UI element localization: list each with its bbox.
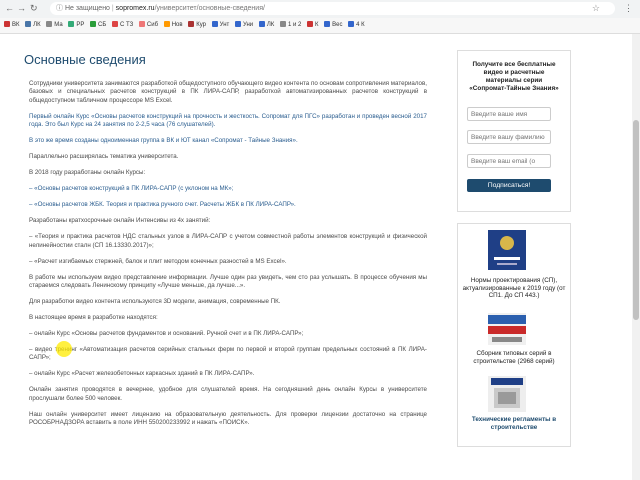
security-label: Не защищено bbox=[64, 5, 110, 12]
course-link[interactable]: – «Основы расчетов конструкций в ПК ЛИРА… bbox=[29, 185, 427, 193]
paragraph: Параллельно расширялась тематика универс… bbox=[29, 153, 179, 161]
page-title: Основные сведения bbox=[24, 52, 146, 67]
bookmark-icon bbox=[324, 21, 331, 28]
subscribe-header: Получите все бесплатные видео и расчетны… bbox=[469, 61, 559, 92]
bookmark-item[interactable]: 1 и 2 bbox=[279, 18, 301, 33]
page-content: Основные сведения Сотрудники университет… bbox=[0, 34, 632, 480]
back-icon[interactable]: ← bbox=[5, 4, 14, 13]
book-caption[interactable]: Технические регламенты в строительстве bbox=[462, 416, 566, 431]
bookmark-item[interactable]: ВК bbox=[4, 18, 20, 33]
paragraph: – онлайн Курс «Основы расчетов фундамент… bbox=[29, 330, 304, 338]
paragraph: Разработаны кратхосрочные онлайн Интенси… bbox=[29, 217, 211, 225]
subscribe-form: Получите все бесплатные видео и расчетны… bbox=[457, 50, 571, 212]
paragraph: Для разработки видео контента используют… bbox=[29, 298, 281, 306]
paragraph: Онлайн занятия проводятся в вечернее, уд… bbox=[29, 386, 427, 402]
book-caption[interactable]: Сборник типовых серий в строительстве (2… bbox=[462, 350, 566, 365]
bookmark-item[interactable]: Сиб bbox=[138, 18, 158, 33]
bookmarks-bar: ВК ЛК Ма РР СБ С ТЗ Сиб Нов Кур Унт Уни … bbox=[0, 18, 640, 34]
bookmark-item[interactable]: К bbox=[306, 18, 318, 33]
bookmark-item[interactable]: ЛК bbox=[258, 18, 274, 33]
bookmark-item[interactable]: Уни bbox=[234, 18, 253, 33]
bookmark-icon bbox=[306, 21, 313, 28]
book-cover-regulations[interactable] bbox=[488, 376, 526, 412]
bookmark-item[interactable]: ЛК bbox=[25, 18, 41, 33]
bookmark-item[interactable]: Ма bbox=[46, 18, 63, 33]
bookmark-icon bbox=[211, 21, 218, 28]
paragraph: Наш онлайн университет имеет лицензию на… bbox=[29, 410, 427, 427]
bookmark-item[interactable]: С ТЗ bbox=[112, 18, 133, 33]
cursor-highlight bbox=[56, 341, 72, 357]
bookmark-item[interactable]: Нов bbox=[163, 18, 183, 33]
reload-icon[interactable]: ↻ bbox=[30, 4, 38, 13]
bookmark-icon bbox=[234, 21, 241, 28]
bookmark-icon bbox=[188, 21, 195, 28]
bookmark-star-icon[interactable]: ☆ bbox=[592, 2, 600, 15]
bookmark-item[interactable]: Кур bbox=[188, 18, 206, 33]
bookmark-item[interactable]: Вес bbox=[324, 18, 343, 33]
menu-icon[interactable]: ⋮ bbox=[624, 4, 633, 13]
bookmark-icon bbox=[348, 21, 355, 28]
bookmark-item[interactable]: Унт bbox=[211, 18, 229, 33]
paragraph: Сотрудники университета занимаются разра… bbox=[29, 80, 427, 104]
bookmark-item[interactable]: СБ bbox=[90, 18, 106, 33]
subscribe-button[interactable]: Подписаться! bbox=[467, 179, 551, 192]
bookmark-icon bbox=[112, 21, 118, 28]
bookmark-icon bbox=[68, 21, 75, 28]
article-body: Сотрудники университета занимаются разра… bbox=[29, 80, 427, 435]
url-input[interactable]: ⓘ Не защищено | sopromex.ru/университет/… bbox=[50, 2, 615, 15]
bookmark-icon bbox=[258, 21, 265, 28]
paragraph: – онлайн Курс «Расчет железобетонных кар… bbox=[29, 370, 255, 378]
bookmark-icon bbox=[138, 21, 145, 28]
info-icon[interactable]: ⓘ bbox=[56, 5, 63, 12]
paragraph: В настоящее время в разработке находятся… bbox=[29, 314, 158, 322]
paragraph: В это же время созданы одноименная групп… bbox=[29, 137, 298, 145]
url-path: /университет/основные-сведения/ bbox=[154, 5, 265, 12]
bookmark-icon bbox=[279, 21, 286, 28]
bookmark-item[interactable]: 4 К bbox=[348, 18, 365, 33]
url-domain: sopromex.ru bbox=[115, 5, 155, 12]
course-link[interactable]: – «Основы расчетов ЖБК. Теория и практик… bbox=[29, 201, 427, 209]
surname-input[interactable] bbox=[467, 130, 551, 144]
bookmark-icon bbox=[46, 21, 53, 28]
paragraph: Первый онлайн Курс «Основы расчетов конс… bbox=[29, 112, 427, 129]
name-input[interactable] bbox=[467, 107, 551, 121]
forward-icon[interactable]: → bbox=[17, 4, 26, 13]
scrollbar-thumb[interactable] bbox=[633, 120, 639, 320]
paragraph: – «Теория и практика расчетов НДС стальн… bbox=[29, 233, 427, 249]
book-cover-norms[interactable] bbox=[488, 230, 526, 270]
products-panel: Нормы проектирования (СП), актуализирова… bbox=[457, 223, 571, 447]
paragraph: – видео тренинг «Автоматизация расчетов … bbox=[29, 346, 427, 362]
email-input[interactable] bbox=[467, 154, 551, 168]
bookmark-icon bbox=[4, 21, 10, 28]
book-cover-series[interactable] bbox=[488, 313, 526, 345]
paragraph: В 2018 году разработаны онлайн Курсы: bbox=[29, 169, 146, 177]
book-caption[interactable]: Нормы проектирования (СП), актуализирова… bbox=[462, 277, 566, 300]
paragraph: – «Расчет изгибаемых стержней, балок и п… bbox=[29, 257, 287, 265]
bookmark-item[interactable]: РР bbox=[68, 18, 84, 33]
bookmark-icon bbox=[90, 21, 97, 28]
bookmark-icon bbox=[25, 21, 32, 28]
paragraph: В работе мы используем видео представлен… bbox=[29, 273, 427, 290]
bookmark-icon bbox=[163, 21, 170, 28]
browser-address-bar: ← → ↻ ⓘ Не защищено | sopromex.ru/универ… bbox=[0, 0, 640, 19]
